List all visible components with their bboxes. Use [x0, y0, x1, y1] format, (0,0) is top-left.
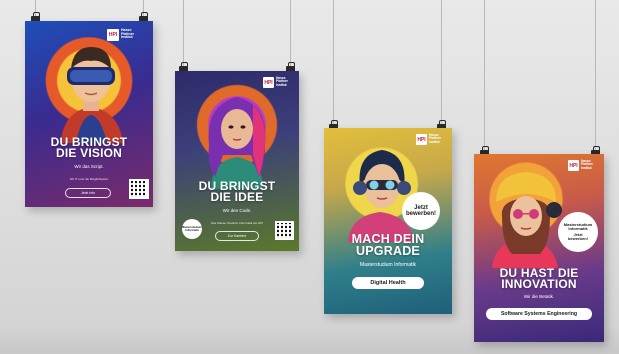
bubble-line: Informatik — [568, 225, 588, 231]
apply-now-bubble: Masterstudium Informatik Jetzt bewerben! — [558, 212, 598, 252]
qr-code — [129, 179, 149, 199]
logo-line: Institut — [581, 165, 592, 170]
headline-line: DIE IDEE — [210, 190, 264, 205]
poster-upgrade: HPI Hasso Plattner Institut Jetzt bewerb… — [324, 128, 452, 314]
poster-headline: MACH DEIN UPGRADE — [324, 233, 452, 258]
hanging-wire — [333, 0, 334, 124]
headline-line: DIE VISION — [55, 146, 122, 161]
poster-headline: DU BRINGST DIE IDEE — [175, 180, 299, 205]
headline-line: INNOVATION — [501, 277, 577, 292]
qr-code — [275, 221, 294, 240]
poster-headline: DU BRINGST DIE VISION — [25, 136, 153, 161]
person-sunglasses-hat-figure — [492, 172, 562, 268]
logo-line: Institut — [429, 139, 440, 144]
poster-button: Digital Health — [352, 277, 424, 289]
poster-button: Zur Karriere — [215, 231, 259, 241]
person-vr-headset-figure — [61, 47, 123, 143]
badge-line: Informatik — [185, 228, 199, 232]
hanging-wire — [290, 0, 291, 66]
poster-button: Jetzt Info — [65, 188, 111, 198]
bubble-line: bewerben! — [567, 236, 588, 242]
poster-subline: Wir das Script. — [74, 164, 104, 169]
poster-innovation: HPI Hasso Plattner Institut Masterstudiu… — [474, 154, 604, 342]
bubble-line: bewerben! — [405, 211, 436, 217]
poster-subline: Wir den Code. — [222, 208, 252, 213]
photo-scene: HPI Hasso Plattner Institut DU BRINGST D… — [0, 0, 619, 354]
hanging-wire — [183, 0, 184, 66]
floor-shadow — [0, 324, 619, 354]
person-pink-hair-figure — [208, 97, 266, 189]
hanging-wire — [595, 0, 596, 150]
hanging-wire — [484, 0, 485, 150]
poster-vision: HPI Hasso Plattner Institut DU BRINGST D… — [25, 21, 153, 207]
poster-subline: Masterstudium Informatik — [359, 262, 417, 268]
poster-button: Software Systems Engineering — [486, 308, 592, 320]
poster-headline: DU HAST DIE INNOVATION — [474, 267, 604, 292]
poster-subline: Wir die Betatik. — [523, 294, 555, 299]
headline-line: UPGRADE — [356, 243, 420, 258]
hanging-wire — [441, 0, 442, 124]
apply-now-bubble: Jetzt bewerben! — [402, 192, 440, 230]
poster-idee: HPI Hasso Plattner Institut DU BRINGST D… — [175, 71, 299, 251]
